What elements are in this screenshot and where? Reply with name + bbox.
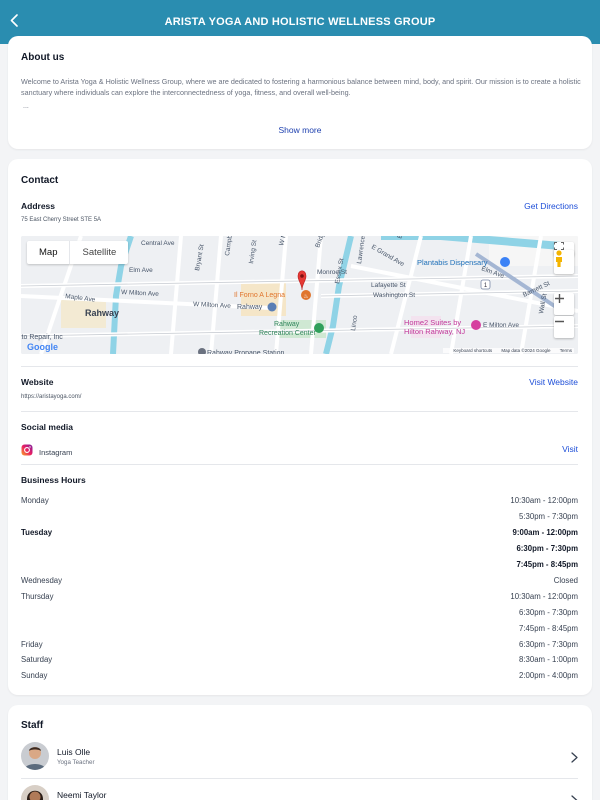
staff-row[interactable]: Neemi Taylor (21, 785, 578, 800)
svg-text:Home2 Suites by: Home2 Suites by (404, 318, 461, 327)
svg-text:Hilton Rahway, NJ: Hilton Rahway, NJ (404, 327, 465, 336)
svg-text:Auto Repair, Inc: Auto Repair, Inc (21, 334, 63, 341)
map-tab[interactable]: Map (27, 241, 71, 264)
staff-card: Staff Luis Olle Yoga Teacher Neemi Taylo… (8, 705, 592, 800)
hours-time: 7:45pm - 8:45pm (516, 560, 578, 569)
visit-instagram-link[interactable]: Visit (562, 444, 578, 454)
business-hours-label: Business Hours (21, 475, 86, 485)
hours-day: Monday (21, 496, 49, 505)
website-url: https://aristayoga.com/ (21, 394, 82, 400)
contact-card: Contact Address 75 East Cherry Street ST… (8, 159, 592, 695)
avatar (21, 785, 49, 800)
zoom-out-icon[interactable] (554, 316, 574, 338)
about-ellipsis: ... (23, 103, 29, 110)
hours-time: 6:30pm - 7:30pm (519, 608, 578, 617)
hours-time: 9:00am - 12:00pm (512, 528, 578, 537)
hours-day: Wednesday (21, 576, 63, 585)
chevron-right-icon (571, 793, 578, 800)
hours-day: Saturday (21, 655, 53, 664)
instagram-row: Instagram (21, 443, 72, 461)
contact-heading: Contact (21, 175, 59, 186)
staff-name: Neemi Taylor (57, 790, 107, 800)
hours-day: Tuesday (21, 528, 53, 537)
street-view-pegman-icon[interactable] (554, 250, 574, 274)
hours-time: 7:45pm - 8:45pm (519, 624, 578, 633)
instagram-label: Instagram (39, 447, 73, 457)
divider (21, 778, 578, 779)
show-more-link[interactable]: Show more (8, 125, 592, 135)
divider (21, 411, 578, 412)
location-map[interactable]: 1 Central Ave Elm Ave Maple Ave W Milton… (21, 236, 578, 354)
avatar (21, 742, 49, 770)
instagram-icon (21, 443, 33, 461)
keyboard-shortcuts-link[interactable]: Keyboard shortcuts (453, 348, 492, 353)
back-chevron-icon[interactable] (6, 10, 22, 30)
map-attribution: Keyboard shortcuts Map data ©2024 Google… (443, 348, 574, 353)
svg-text:Rahway: Rahway (85, 308, 119, 318)
staff-heading: Staff (21, 720, 44, 731)
hours-time: 5:30pm - 7:30pm (519, 512, 578, 521)
page-title: ARISTA YOGA AND HOLISTIC WELLNESS GROUP (164, 16, 436, 28)
svg-text:Rahway: Rahway (274, 321, 300, 328)
address-value: 75 East Cherry Street STE 5A (21, 217, 102, 223)
hours-time: 10:30am - 12:00pm (510, 496, 578, 505)
about-heading: About us (21, 52, 65, 63)
chevron-right-icon (571, 750, 578, 768)
google-logo: Google (27, 342, 58, 352)
map-data-text: Map data ©2024 Google (501, 348, 551, 353)
website-label: Website (21, 377, 54, 387)
hours-time: 6:30pm - 7:30pm (519, 640, 578, 649)
map-type-toggle: Map Satellite (27, 241, 129, 264)
about-card: About us Welcome to Arista Yoga & Holist… (8, 36, 592, 149)
visit-website-link[interactable]: Visit Website (529, 377, 578, 387)
zoom-in-icon[interactable] (554, 293, 574, 315)
svg-text:Elm Ave: Elm Ave (129, 267, 153, 274)
hours-time: 2:00pm - 4:00pm (519, 671, 578, 680)
svg-text:Central Ave: Central Ave (141, 240, 175, 247)
staff-role: Yoga Teacher (57, 759, 95, 766)
svg-text:Washington St: Washington St (373, 292, 415, 299)
staff-row[interactable]: Luis Olle Yoga Teacher (21, 742, 578, 778)
hours-time: Closed (553, 576, 578, 585)
hours-time: 8:30am - 1:00pm (519, 655, 578, 664)
about-text: Welcome to Arista Yoga & Holistic Wellne… (21, 77, 581, 97)
svg-text:Recreation Center: Recreation Center (259, 330, 316, 337)
social-media-label: Social media (21, 422, 73, 432)
svg-text:E Milton Ave: E Milton Ave (483, 322, 519, 329)
svg-text:Rahway: Rahway (237, 304, 263, 311)
address-label: Address (21, 201, 56, 211)
hours-day: Thursday (21, 592, 54, 601)
staff-name: Luis Olle (57, 747, 91, 757)
hours-day: Sunday (21, 671, 48, 680)
svg-text:♨: ♨ (303, 293, 308, 300)
divider (21, 464, 578, 465)
hours-time: 10:30am - 12:00pm (510, 592, 578, 601)
terms-link[interactable]: Terms (560, 348, 572, 353)
hours-time: 6:30pm - 7:30pm (516, 544, 578, 553)
svg-text:Rahway Propane Station: Rahway Propane Station (207, 350, 285, 354)
svg-text:Il Forno A Legna: Il Forno A Legna (234, 292, 285, 299)
svg-text:Lafayette St: Lafayette St (371, 282, 406, 289)
satellite-tab[interactable]: Satellite (70, 241, 128, 264)
get-directions-link[interactable]: Get Directions (524, 201, 578, 211)
svg-text:Plantabis Dispensary: Plantabis Dispensary (417, 258, 488, 267)
hours-day: Friday (21, 640, 43, 649)
divider (21, 366, 578, 367)
